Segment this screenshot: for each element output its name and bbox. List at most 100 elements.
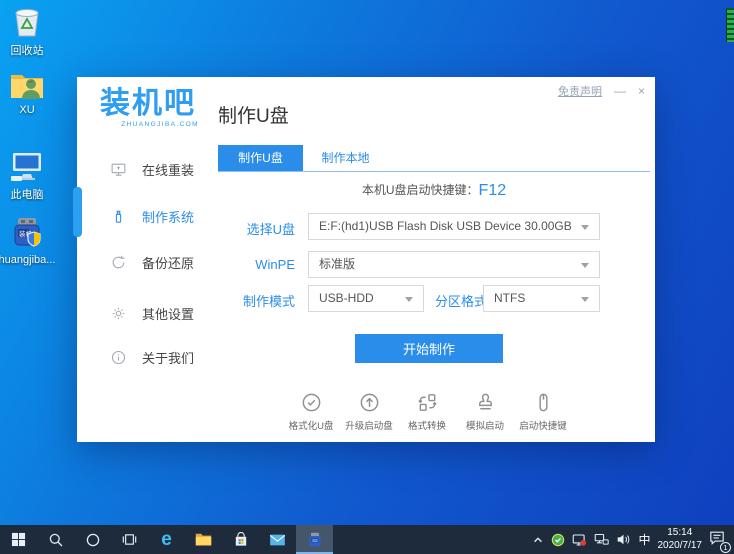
sidebar-item-label: 其他设置 [142,306,195,322]
app-logo-title: 装机吧 [100,87,196,120]
tool-label: 格式化U盘 [288,421,334,432]
desktop-icon-label: XU [19,104,35,116]
notification-badge: 1 [720,541,731,553]
start-make-button[interactable]: 开始制作 [355,334,503,363]
recycle-bin-icon [15,9,39,37]
hidden-icons-chevron[interactable] [532,534,544,546]
store-button[interactable] [222,525,259,554]
usb-select-dropdown[interactable]: E:F:(hd1)USB Flash Disk USB Device 30.00… [308,213,600,240]
mail-button[interactable] [259,525,296,554]
tab-make-local[interactable]: 制作本地 [303,145,388,172]
edge-icon: e [161,529,172,550]
partition-format-dropdown[interactable]: NTFS [483,285,600,312]
task-view-button[interactable] [111,525,148,554]
ime-indicator[interactable]: 中 [638,531,650,548]
action-center-button[interactable]: 1 [709,530,731,553]
tool-row: 格式化U盘 升级启动盘 格式转换 模拟启动 启动快捷键 [282,391,572,432]
zhuangjiba-app-window: 免责声明 — × 装机吧 ZHUANGJIBA.COM 在线重装 制作系统 备份… [73,77,655,442]
partition-format-label: 分区格式 [434,294,487,309]
winpe-dropdown[interactable]: 标准版 [308,251,600,278]
tool-label: 升级启动盘 [345,421,393,432]
file-explorer-button[interactable] [185,525,222,554]
windows-logo-icon [11,532,26,547]
make-mode-dropdown[interactable]: USB-HDD [308,285,424,312]
titlebar-controls: 免责声明 — × [558,83,645,99]
boot-hotkey-icon [538,393,548,412]
clipped-desktop-widget [726,8,734,42]
sidebar-item-make-system[interactable]: 制作系统 [110,206,194,226]
tool-format-usb[interactable]: 格式化U盘 [282,391,340,432]
store-icon [235,531,246,546]
search-icon [49,533,62,546]
taskbar-app-zhuangjiba[interactable] [296,525,333,554]
sidebar-item-other-settings[interactable]: 其他设置 [110,303,194,323]
format-convert-icon [417,394,437,411]
app-logo: 装机吧 ZHUANGJIBA.COM [91,87,205,128]
sidebar-item-backup-restore[interactable]: 备份还原 [110,252,194,272]
cortana-button[interactable] [74,525,111,554]
tool-upgrade-boot[interactable]: 升级启动盘 [340,391,398,432]
zhuangjiba-usb-icon: 装机 [14,218,41,247]
info-icon [111,350,126,364]
tray-volume-icon[interactable] [616,533,631,546]
security-green-icon [552,533,565,546]
sidebar-item-label: 关于我们 [142,350,195,366]
chevron-up-icon [534,536,543,542]
boot-hotkey-line: 本机U盘启动快捷键：F12 [218,181,650,200]
upgrade-boot-icon [360,393,378,412]
app-logo-subtitle: ZHUANGJIBA.COM [121,121,199,128]
tool-label: 格式转换 [407,421,446,432]
desktop-icon-xu-folder[interactable]: XU [0,70,60,116]
tab-underline [218,171,650,172]
desktop-icon-label: huangjiba... [0,254,56,266]
sidebar-item-label: 在线重装 [142,162,195,178]
tray-screen-record-icon[interactable] [572,533,587,547]
minimize-button[interactable]: — [614,84,626,98]
sidebar-item-online-reinstall[interactable]: 在线重装 [110,159,194,179]
start-button[interactable] [0,525,37,554]
tab-make-usb[interactable]: 制作U盘 [218,145,303,172]
simulate-boot-icon [478,393,492,410]
cortana-icon [86,533,99,546]
online-reinstall-icon [111,163,126,176]
desktop-icon-this-pc[interactable]: 此电脑 [0,150,60,202]
sidebar-item-about-us[interactable]: 关于我们 [110,347,194,367]
tool-format-convert[interactable]: 格式转换 [398,391,456,432]
tool-boot-hotkey[interactable]: 启动快捷键 [514,391,572,432]
user-folder-icon [11,75,43,99]
usb-drive-icon [115,210,122,223]
tool-simulate-boot[interactable]: 模拟启动 [456,391,514,432]
tray-security-icon[interactable] [551,533,565,547]
sidebar-item-label: 制作系统 [142,209,195,225]
desktop-icon-recycle-bin[interactable]: 回收站 [0,4,60,58]
volume-icon [618,534,630,545]
zhuangjiba-taskbar-icon [308,532,321,546]
network-icon [595,533,610,545]
system-tray: 中 15:14 2020/7/17 1 [532,525,734,554]
close-button[interactable]: × [638,84,645,98]
tray-clock[interactable]: 15:14 2020/7/17 [658,527,703,552]
page-title: 制作U盘 [218,106,289,127]
disclaimer-link[interactable]: 免责声明 [558,83,602,99]
winpe-label: WinPE [255,257,295,272]
gear-icon [112,307,125,319]
tray-date: 2020/7/17 [657,539,703,551]
desktop: 回收站 XU 此电脑 装机 huangjiba... 免责声明 — × 装机吧 … [0,0,734,554]
tool-label: 模拟启动 [465,421,504,432]
boot-hotkey-value: F12 [478,182,507,199]
make-mode-label: 制作模式 [242,294,295,309]
desktop-icon-label: 回收站 [10,45,44,57]
format-usb-icon [302,393,320,412]
tray-network-icon[interactable] [594,533,610,546]
desktop-icon-zhuangjiba[interactable]: 装机 huangjiba... [0,216,60,266]
usb-select-label: 选择U盘 [246,222,295,237]
edge-button[interactable]: e [148,525,185,554]
taskbar: e 中 15:14 2020/7/17 1 [0,525,734,554]
mail-icon [269,534,286,545]
screen-record-icon [573,533,587,546]
file-explorer-icon [195,533,212,546]
desktop-icon-label: 此电脑 [10,189,44,201]
backup-restore-icon [112,255,125,268]
boot-hotkey-label: 本机U盘启动快捷键： [361,183,479,197]
search-button[interactable] [37,525,74,554]
